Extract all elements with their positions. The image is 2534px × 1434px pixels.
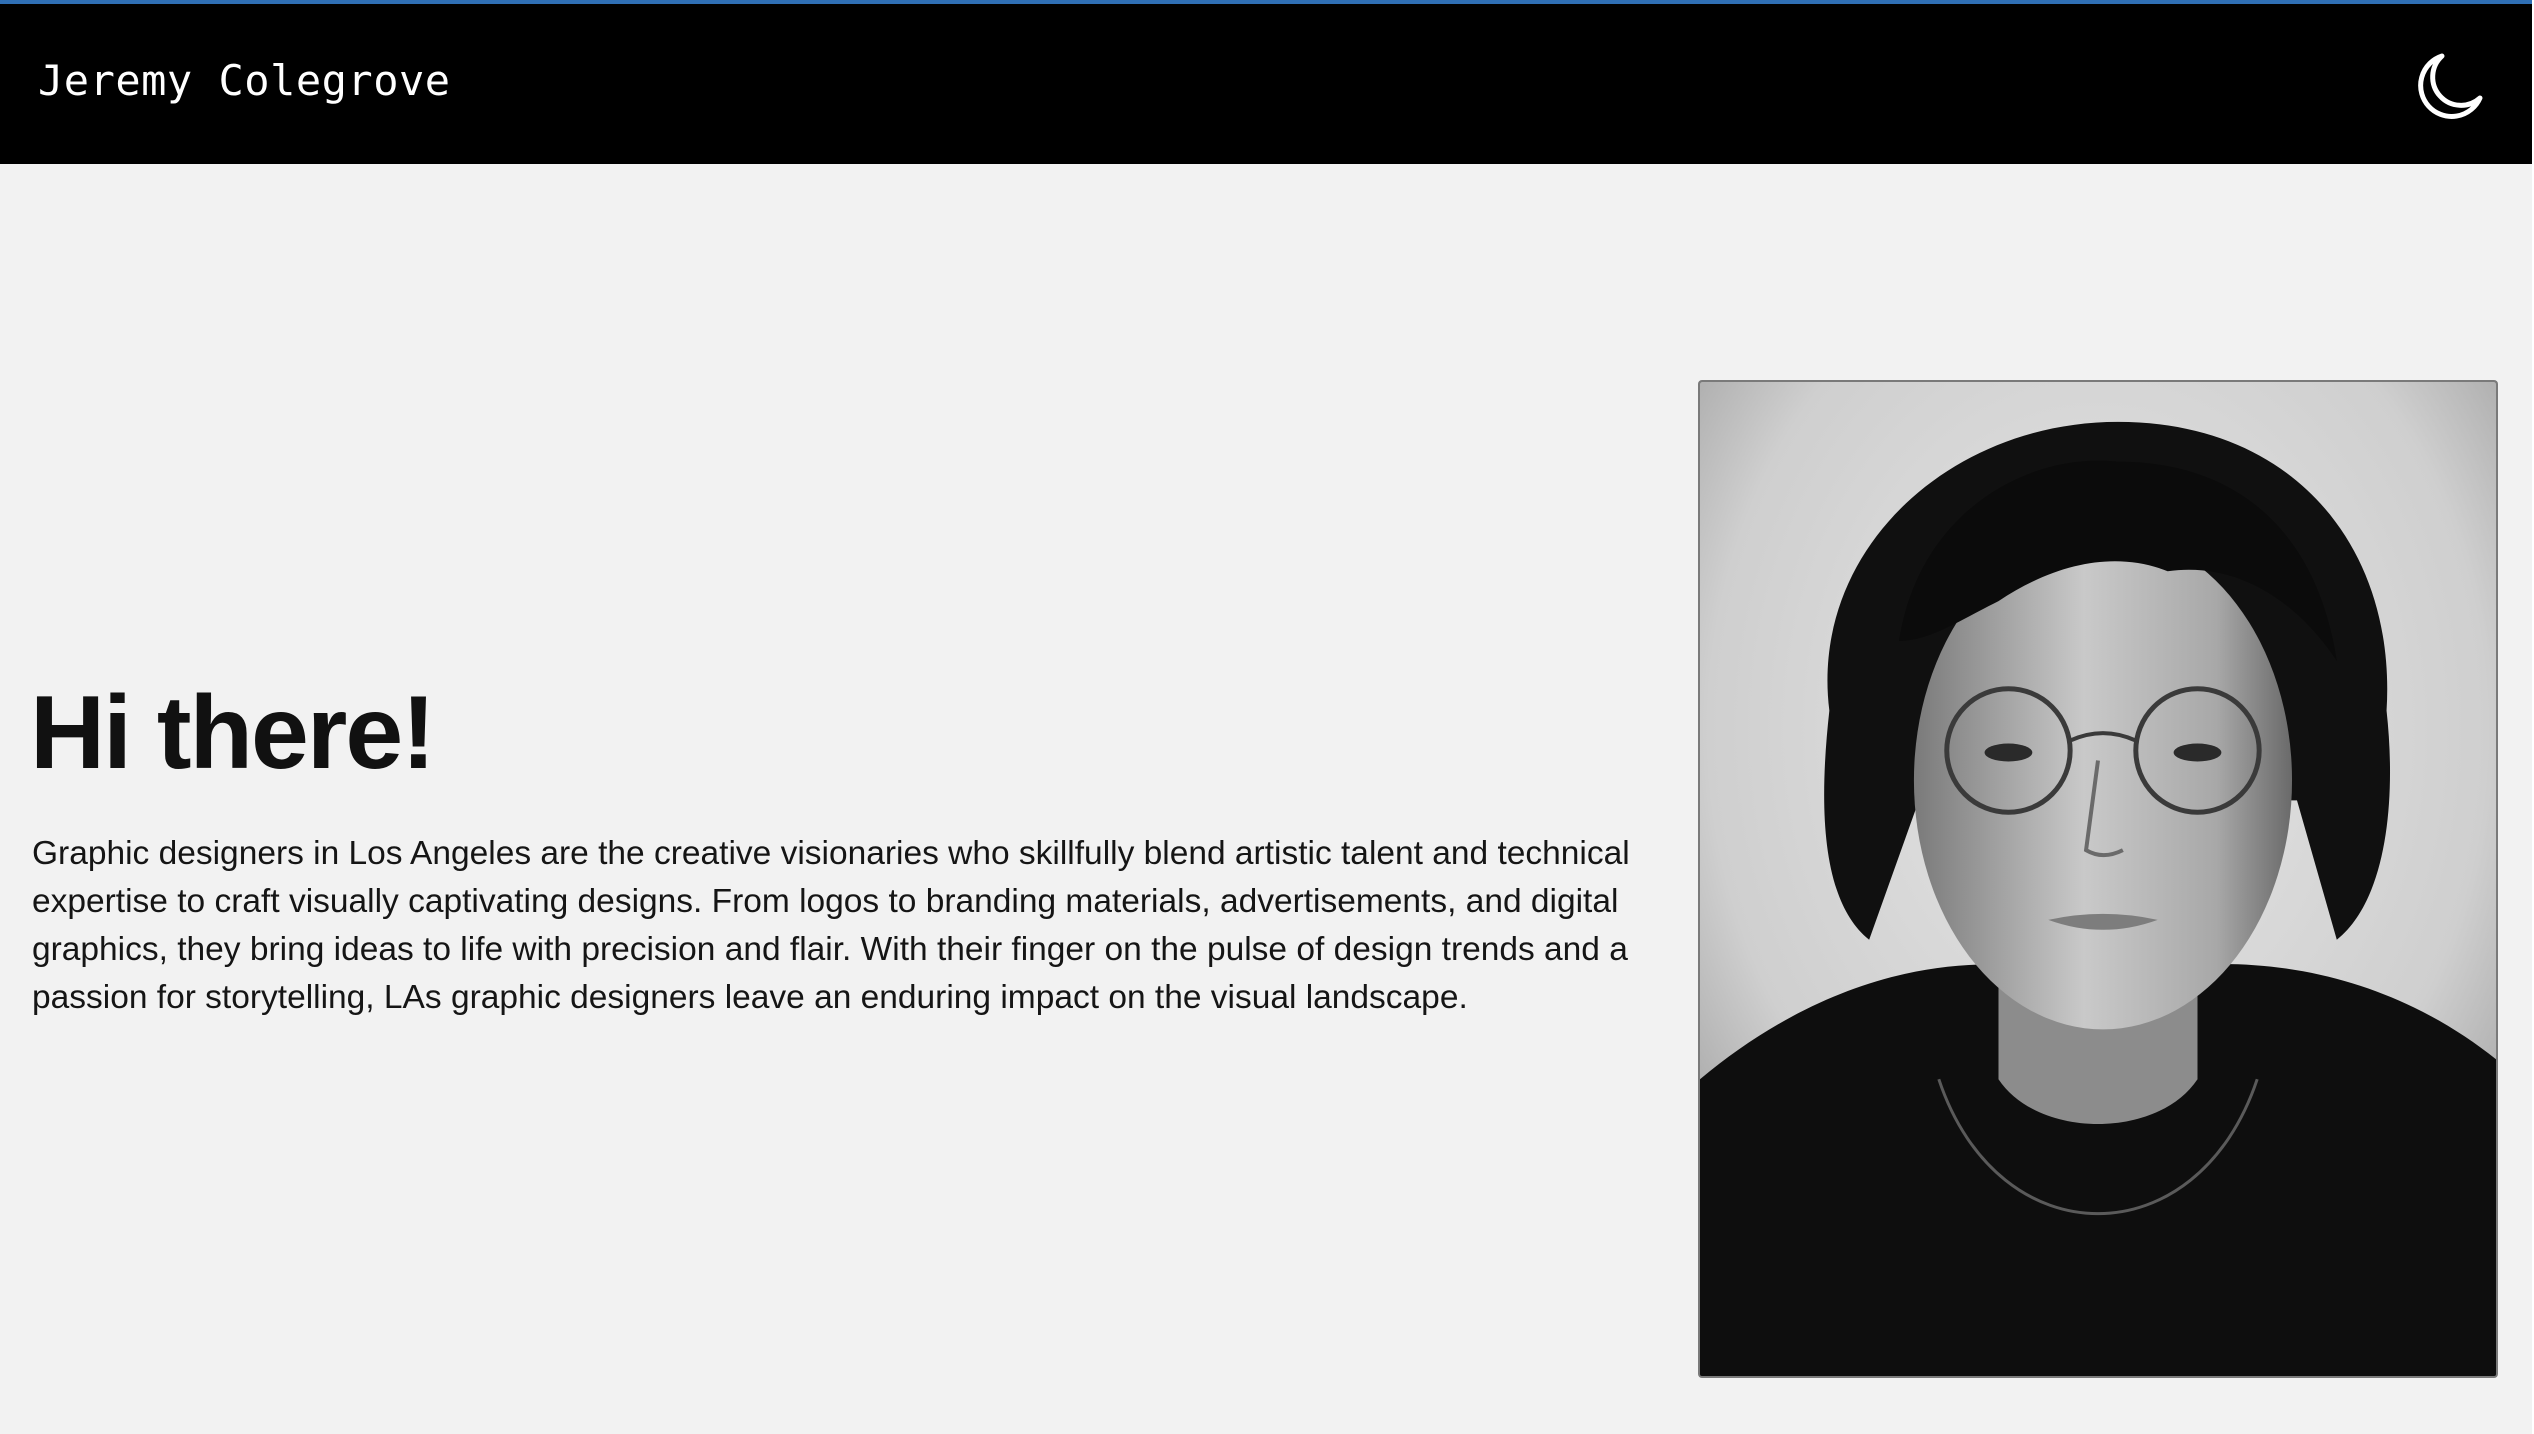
moon-icon: [2412, 48, 2488, 124]
page: Jeremy Colegrove Hi there! Graphic desig…: [0, 0, 2534, 1434]
theme-toggle-button[interactable]: [2412, 48, 2488, 124]
hero-description: Graphic designers in Los Angeles are the…: [32, 835, 1630, 1016]
hero-heading: Hi there!: [30, 675, 436, 791]
portrait-photo: [1698, 380, 2498, 1378]
portrait-image: [1700, 382, 2496, 1376]
site-title[interactable]: Jeremy Colegrove: [38, 56, 451, 105]
site-header: Jeremy Colegrove: [0, 4, 2532, 164]
